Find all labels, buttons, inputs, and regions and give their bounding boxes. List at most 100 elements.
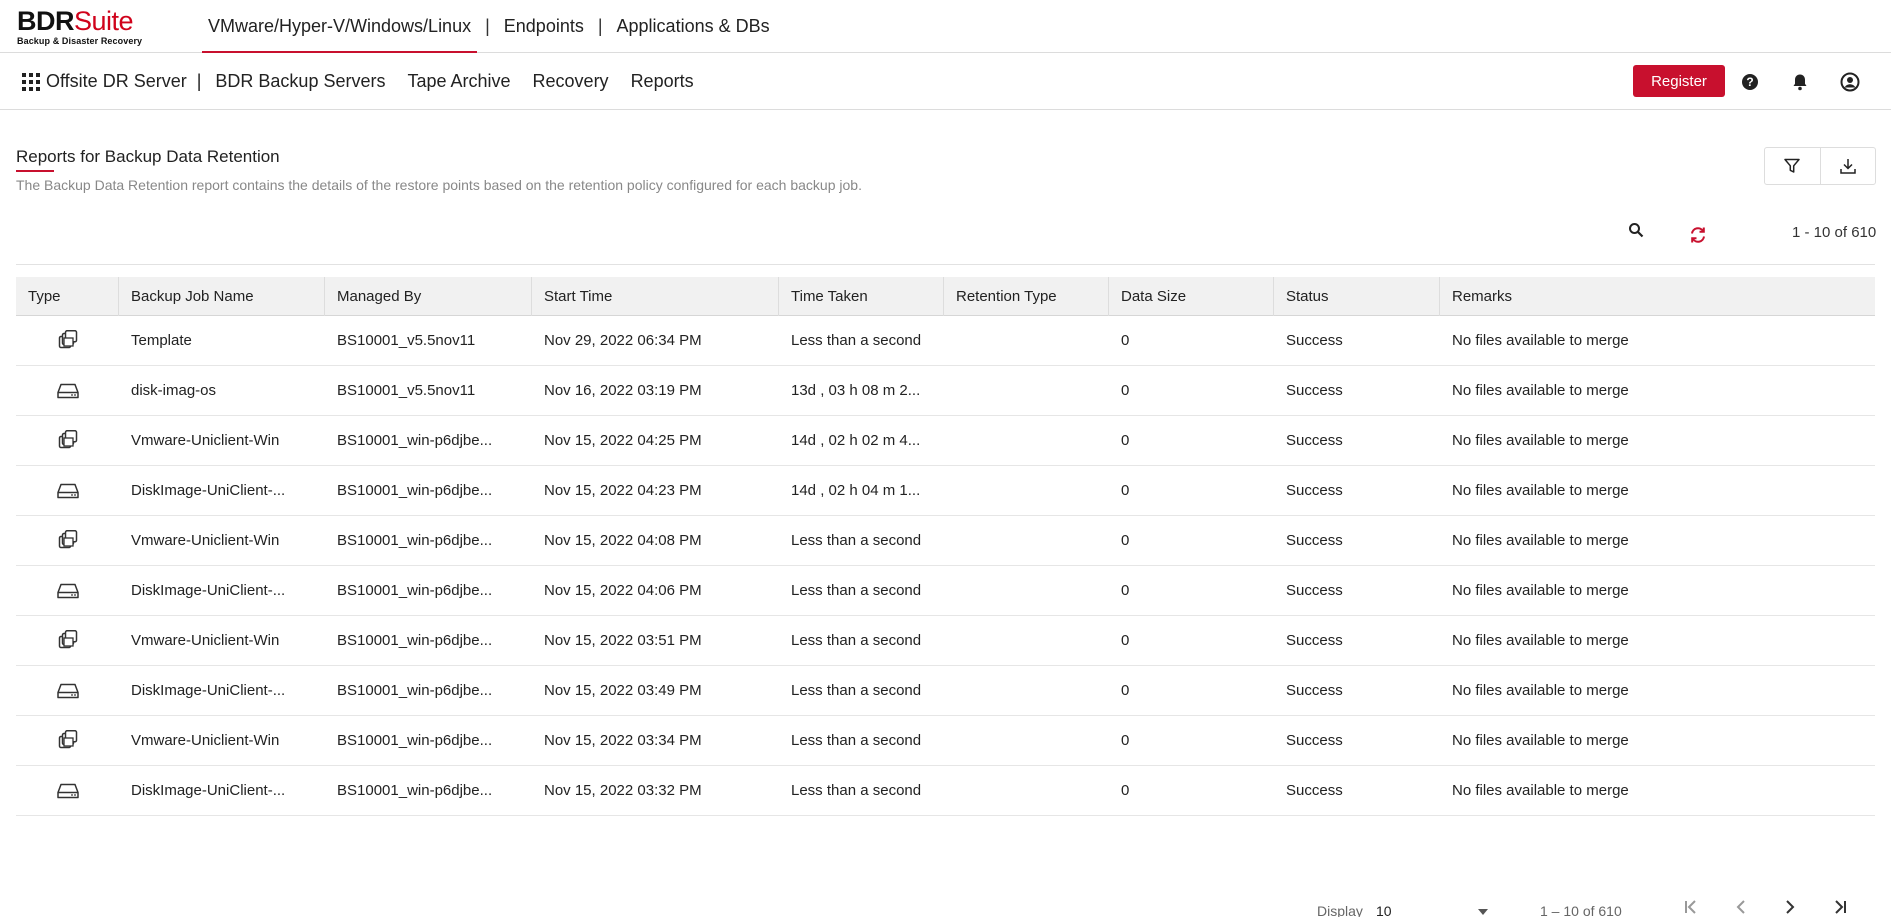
filter-button[interactable]	[1765, 148, 1820, 184]
time-taken-cell: 14d , 02 h 02 m 4...	[791, 432, 921, 449]
table-row[interactable]: Vmware-Uniclient-Win BS10001_win-p6djbe..…	[16, 616, 1875, 666]
download-button[interactable]	[1819, 148, 1875, 184]
table-header: Type Backup Job Name Managed By Start Ti…	[16, 277, 1875, 316]
remarks-cell: No files available to merge	[1452, 432, 1629, 449]
column-header-data-size[interactable]: Data Size	[1109, 277, 1274, 316]
job-name-cell: DiskImage-UniClient-...	[131, 682, 286, 699]
top-bar: BDRSuite Backup & Disaster Recovery VMwa…	[0, 0, 1891, 53]
search-icon[interactable]	[1628, 222, 1644, 243]
time-taken-cell: Less than a second	[791, 632, 922, 649]
time-taken-cell: Less than a second	[791, 732, 922, 749]
register-button[interactable]: Register	[1633, 65, 1725, 97]
start-time-cell: Nov 15, 2022 04:23 PM	[544, 482, 702, 499]
status-cell: Success	[1286, 432, 1343, 449]
job-name-cell: DiskImage-UniClient-...	[131, 582, 286, 599]
remarks-cell: No files available to merge	[1452, 682, 1629, 699]
managed-by-cell: BS10001_v5.5nov11	[337, 332, 476, 349]
nav-bdr-backup-servers[interactable]: BDR Backup Servers	[215, 71, 385, 92]
user-icon[interactable]	[1838, 70, 1862, 94]
pagination-range: 1 – 10 of 610	[1540, 903, 1622, 917]
retention-type-cell	[944, 766, 1109, 815]
table-row[interactable]: DiskImage-UniClient-... BS10001_win-p6djb…	[16, 666, 1875, 716]
nav-tape-archive[interactable]: Tape Archive	[407, 71, 510, 92]
status-cell: Success	[1286, 732, 1343, 749]
data-size-cell: 0	[1121, 532, 1130, 549]
nav-offsite-dr-server[interactable]: Offsite DR Server	[46, 71, 187, 92]
title-underline	[16, 170, 54, 172]
table-row[interactable]: Vmware-Uniclient-Win BS10001_win-p6djbe..…	[16, 416, 1875, 466]
retention-type-cell	[944, 566, 1109, 615]
column-header-time-taken[interactable]: Time Taken	[779, 277, 944, 316]
data-size-cell: 0	[1121, 382, 1130, 399]
column-header-type[interactable]: Type	[16, 277, 119, 316]
job-name-cell: Vmware-Uniclient-Win	[131, 732, 280, 749]
status-cell: Success	[1286, 632, 1343, 649]
chevron-down-icon[interactable]	[1478, 909, 1488, 915]
tab-applications-dbs[interactable]: Applications & DBs	[611, 0, 776, 53]
column-header-remarks[interactable]: Remarks	[1440, 277, 1875, 316]
table-row[interactable]: Vmware-Uniclient-Win BS10001_win-p6djbe..…	[16, 716, 1875, 766]
table-row[interactable]: Vmware-Uniclient-Win BS10001_win-p6djbe..…	[16, 516, 1875, 566]
bdrsuite-logo[interactable]: BDRSuite Backup & Disaster Recovery	[17, 8, 143, 47]
help-icon[interactable]: ?	[1738, 70, 1762, 94]
time-taken-cell: 14d , 02 h 04 m 1...	[791, 482, 921, 499]
job-name-cell: Vmware-Uniclient-Win	[131, 432, 280, 449]
apps-grid-icon[interactable]	[22, 73, 40, 91]
data-size-cell: 0	[1121, 582, 1130, 599]
retention-report-table: Type Backup Job Name Managed By Start Ti…	[16, 277, 1875, 816]
logo-tagline: Backup & Disaster Recovery	[17, 36, 143, 46]
start-time-cell: Nov 15, 2022 03:34 PM	[544, 732, 702, 749]
data-size-cell: 0	[1121, 632, 1130, 649]
page-description: The Backup Data Retention report contain…	[16, 177, 862, 193]
job-name-cell: disk-imag-os	[131, 382, 217, 399]
tab-endpoints[interactable]: Endpoints	[498, 0, 590, 53]
column-header-managed-by[interactable]: Managed By	[325, 277, 532, 316]
tab-separator: |	[485, 16, 490, 36]
table-row[interactable]: DiskImage-UniClient-... BS10001_win-p6djb…	[16, 566, 1875, 616]
start-time-cell: Nov 15, 2022 03:51 PM	[544, 632, 702, 649]
column-header-status[interactable]: Status	[1274, 277, 1440, 316]
tab-vmware-hyperv-windows-linux[interactable]: VMware/Hyper-V/Windows/Linux	[202, 0, 478, 53]
column-header-retention-type[interactable]: Retention Type	[944, 277, 1109, 316]
download-icon	[1840, 159, 1856, 174]
table-row[interactable]: Template BS10001_v5.5nov11 Nov 29, 2022 06…	[16, 316, 1875, 366]
column-header-backup-job-name[interactable]: Backup Job Name	[119, 277, 325, 316]
job-name-cell: Template	[131, 332, 192, 349]
managed-by-cell: BS10001_win-p6djbe...	[337, 432, 493, 449]
page-size-select[interactable]: 10	[1376, 903, 1488, 917]
table-body: Template BS10001_v5.5nov11 Nov 29, 2022 06…	[16, 316, 1875, 816]
retention-type-cell	[944, 516, 1109, 565]
column-header-start-time[interactable]: Start Time	[532, 277, 779, 316]
data-size-cell: 0	[1121, 782, 1130, 799]
nav-recovery[interactable]: Recovery	[533, 71, 609, 92]
remarks-cell: No files available to merge	[1452, 482, 1629, 499]
remarks-cell: No files available to merge	[1452, 582, 1629, 599]
managed-by-cell: BS10001_win-p6djbe...	[337, 732, 493, 749]
first-page-icon[interactable]	[1679, 899, 1703, 917]
table-row[interactable]: disk-imag-os BS10001_v5.5nov11 Nov 16, 202…	[16, 366, 1875, 416]
time-taken-cell: Less than a second	[791, 582, 922, 599]
refresh-icon[interactable]	[1688, 225, 1708, 250]
previous-page-icon[interactable]	[1729, 899, 1753, 917]
vm-stack-icon	[16, 516, 119, 565]
table-row[interactable]: DiskImage-UniClient-... BS10001_win-p6djb…	[16, 766, 1875, 816]
remarks-cell: No files available to merge	[1452, 382, 1629, 399]
page-title: Reports for Backup Data Retention	[16, 147, 280, 166]
table-row[interactable]: DiskImage-UniClient-... BS10001_win-p6djb…	[16, 466, 1875, 516]
sub-navigation: Offsite DR Server | BDR Backup Servers T…	[0, 53, 1891, 110]
start-time-cell: Nov 15, 2022 03:32 PM	[544, 782, 702, 799]
record-count: 1 - 10 of 610	[1792, 224, 1877, 241]
last-page-icon[interactable]	[1828, 899, 1852, 917]
nav-reports[interactable]: Reports	[631, 71, 694, 92]
status-cell: Success	[1286, 482, 1343, 499]
bell-icon[interactable]	[1788, 70, 1812, 94]
status-cell: Success	[1286, 782, 1343, 799]
managed-by-cell: BS10001_v5.5nov11	[337, 382, 476, 399]
vm-stack-icon	[16, 416, 119, 465]
status-cell: Success	[1286, 682, 1343, 699]
retention-type-cell	[944, 416, 1109, 465]
next-page-icon[interactable]	[1778, 899, 1802, 917]
filter-icon	[1784, 158, 1801, 173]
pagination-footer: Display 10 1 – 10 of 610	[0, 895, 1891, 917]
remarks-cell: No files available to merge	[1452, 532, 1629, 549]
